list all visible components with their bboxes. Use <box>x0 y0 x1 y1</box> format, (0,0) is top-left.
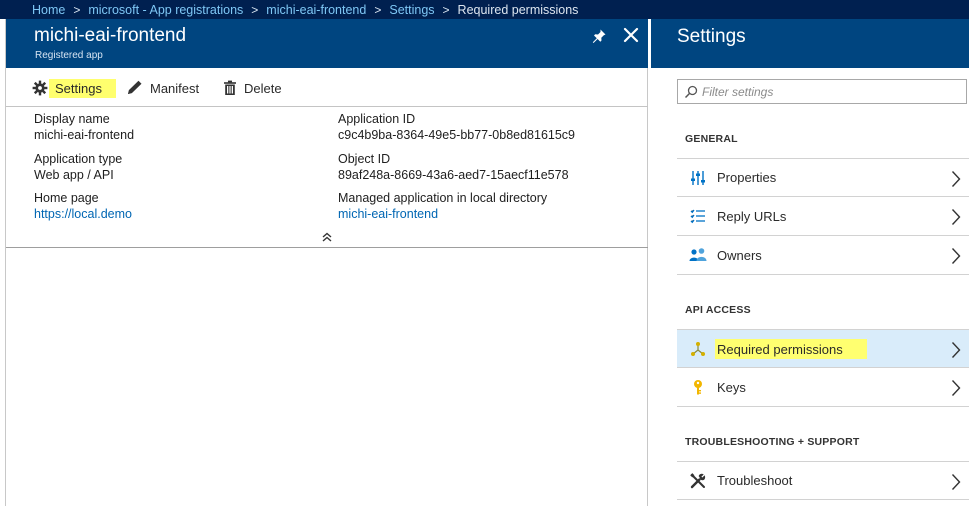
breadcrumb-settings[interactable]: Settings <box>389 3 434 17</box>
trash-icon <box>224 80 236 95</box>
breadcrumb-home[interactable]: Home <box>32 3 65 17</box>
search-icon <box>684 85 698 98</box>
application-type-label: Application type <box>34 152 123 166</box>
app-subtitle: Registered app <box>35 50 103 61</box>
pencil-icon <box>128 80 142 94</box>
application-type-value: Web app / API <box>34 168 114 182</box>
settings-item-keys[interactable]: Keys <box>677 368 969 407</box>
settings-item-label: Owners <box>717 247 762 263</box>
chevron-right-icon <box>951 342 961 358</box>
breadcrumb-current: Required permissions <box>457 2 579 17</box>
filter-settings-input[interactable] <box>702 84 952 99</box>
settings-title: Settings <box>677 26 746 47</box>
people-icon <box>689 246 707 264</box>
section-troubleshooting: TROUBLESHOOTING + SUPPORT <box>685 436 860 448</box>
app-toolbar: Settings Manifest Delete <box>6 68 648 107</box>
essentials-divider <box>6 247 648 248</box>
key-icon <box>689 378 707 396</box>
delete-button-label: Delete <box>244 80 282 96</box>
manifest-button-label: Manifest <box>150 80 200 96</box>
settings-item-owners[interactable]: Owners <box>677 236 969 275</box>
application-id-label: Application ID <box>338 112 416 126</box>
object-id-value: 89af248a-8669-43a6-aed7-15aecf11e578 <box>338 168 569 182</box>
chevron-right-icon <box>951 474 961 490</box>
display-name-label: Display name <box>34 112 110 126</box>
settings-item-label: Required permissions <box>715 338 867 359</box>
chevron-right-icon <box>951 380 961 396</box>
breadcrumb-app-registrations[interactable]: microsoft - App registrations <box>88 3 243 17</box>
settings-item-troubleshoot[interactable]: Troubleshoot <box>677 461 969 500</box>
settings-blade-header: Settings <box>651 19 969 68</box>
chevron-right-icon <box>951 248 961 264</box>
breadcrumb-separator: > <box>374 2 382 17</box>
settings-button-label: Settings <box>49 78 116 98</box>
gear-icon <box>32 80 48 96</box>
managed-app-link[interactable]: michi-eai-frontend <box>338 206 547 222</box>
filter-settings-field[interactable] <box>677 79 967 104</box>
display-name-field: Display name michi-eai-frontend <box>34 111 134 143</box>
app-title: michi-eai-frontend <box>34 25 187 46</box>
double-chevron-up-icon[interactable] <box>320 230 334 244</box>
breadcrumb-app[interactable]: michi-eai-frontend <box>266 3 366 17</box>
section-general: GENERAL <box>685 133 738 145</box>
settings-blade: Settings GENERAL Properties <box>651 19 969 506</box>
settings-button[interactable]: Settings <box>32 77 116 99</box>
tools-icon <box>689 472 707 490</box>
home-page-link[interactable]: https://local.demo <box>34 206 132 222</box>
settings-item-label: Properties <box>717 170 777 185</box>
settings-item-properties[interactable]: Properties <box>677 158 969 197</box>
application-type-field: Application type Web app / API <box>34 151 122 183</box>
object-id-field: Object ID 89af248a-8669-43a6-aed7-15aecf… <box>338 151 569 183</box>
chevron-right-icon <box>951 209 961 225</box>
pin-icon[interactable] <box>591 28 607 44</box>
settings-item-reply-urls[interactable]: Reply URLs <box>677 197 969 236</box>
app-blade-header: michi-eai-frontend Registered app <box>6 19 648 68</box>
breadcrumb: Home > microsoft - App registrations > m… <box>0 0 969 19</box>
section-api-access: API ACCESS <box>685 304 751 316</box>
display-name-value: michi-eai-frontend <box>34 128 135 142</box>
home-page-field: Home page https://local.demo <box>34 190 132 222</box>
settings-item-label: Reply URLs <box>717 208 787 224</box>
app-blade: michi-eai-frontend Registered app Settin… <box>5 19 648 506</box>
managed-app-field: Managed application in local directory m… <box>338 190 547 222</box>
breadcrumb-separator: > <box>442 2 450 17</box>
sliders-icon <box>689 169 707 187</box>
breadcrumb-separator: > <box>73 2 81 17</box>
manifest-button[interactable]: Manifest <box>126 77 199 99</box>
list-icon <box>689 207 707 225</box>
chevron-right-icon <box>951 171 961 187</box>
object-id-label: Object ID <box>338 152 391 166</box>
application-id-value: c9c4b9ba-8364-49e5-bb77-0b8ed81615c9 <box>338 128 576 142</box>
home-page-label: Home page <box>34 191 99 205</box>
close-icon[interactable] <box>623 27 639 43</box>
breadcrumb-separator: > <box>251 2 259 17</box>
managed-app-label: Managed application in local directory <box>338 191 548 205</box>
settings-item-label: Troubleshoot <box>717 473 793 488</box>
settings-item-label: Keys <box>717 379 746 395</box>
settings-item-required-permissions[interactable]: Required permissions <box>677 329 969 368</box>
application-id-field: Application ID c9c4b9ba-8364-49e5-bb77-0… <box>338 111 575 143</box>
azure-portal: Home > microsoft - App registrations > m… <box>0 0 969 506</box>
delete-button[interactable]: Delete <box>222 77 282 99</box>
permissions-icon <box>689 340 707 358</box>
